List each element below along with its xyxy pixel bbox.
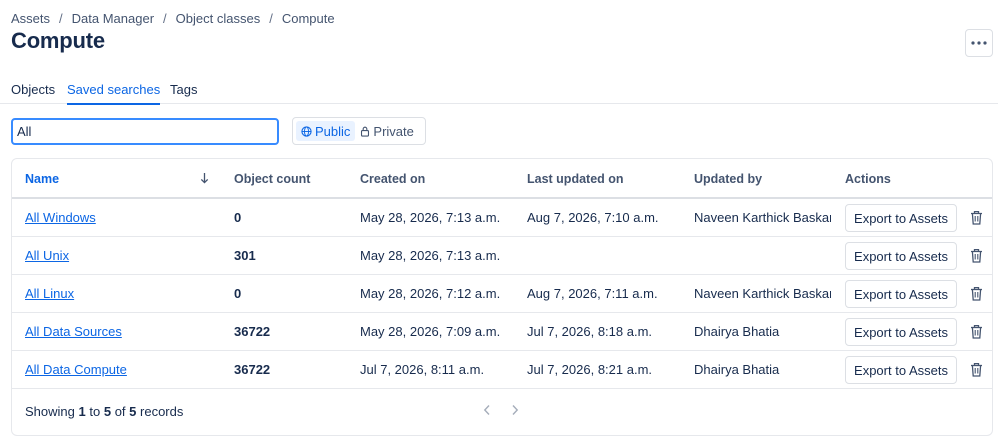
saved-search-name-link[interactable]: All Data Sources	[25, 324, 122, 339]
trash-icon[interactable]	[970, 362, 983, 382]
breadcrumb-item-compute: Compute	[281, 11, 335, 26]
table-row: All Linux 0 May 28, 2026, 7:12 a.m. Aug 7, …	[12, 275, 992, 313]
record-summary: Showing 1 to 5 of 5 records	[25, 404, 184, 419]
breadcrumb-separator: /	[269, 11, 273, 26]
toggle-public-label: Public	[315, 123, 351, 139]
page: Assets / Data Manager / Object classes /…	[0, 0, 998, 444]
last-updated-cell: Aug 7, 2026, 7:11 a.m.	[527, 286, 658, 301]
saved-search-name-link[interactable]: All Unix	[25, 248, 69, 263]
table-row: All Windows 0 May 28, 2026, 7:13 a.m. Aug 7…	[12, 199, 992, 237]
object-count-cell: 301	[234, 248, 256, 263]
lock-icon	[361, 126, 370, 137]
chevron-right-icon[interactable]	[511, 404, 519, 416]
created-on-cell: May 28, 2026, 7:13 a.m.	[360, 248, 501, 263]
search-field	[11, 118, 279, 145]
table-row: All Unix 301 May 28, 2026, 7:13 a.m. Export…	[12, 237, 992, 275]
updated-by-cell: Naveen Karthick Baskaran	[694, 210, 831, 225]
breadcrumb-separator: /	[163, 11, 167, 26]
tab-saved-searches[interactable]: Saved searches	[67, 82, 161, 105]
table-footer: Showing 1 to 5 of 5 records	[12, 389, 992, 435]
trash-icon[interactable]	[970, 324, 983, 344]
export-to-assets-button[interactable]: Export to Assets	[845, 280, 957, 308]
object-count-cell: 0	[234, 210, 242, 225]
trash-icon[interactable]	[970, 286, 983, 306]
arrow-down-icon[interactable]	[200, 172, 209, 184]
object-count-cell: 0	[234, 286, 242, 301]
toggle-private-label: Private	[373, 123, 414, 139]
created-on-cell: Jul 7, 2026, 8:11 a.m.	[360, 362, 485, 377]
search-input[interactable]	[13, 120, 277, 143]
table-header: Name Object count Created on Last update…	[12, 159, 992, 199]
breadcrumb: Assets / Data Manager / Object classes /…	[11, 11, 335, 26]
breadcrumb-separator: /	[59, 11, 63, 26]
tab-tags[interactable]: Tags	[170, 82, 197, 103]
saved-search-name-link[interactable]: All Data Compute	[25, 362, 127, 377]
breadcrumb-item-assets[interactable]: Assets	[11, 11, 50, 26]
saved-searches-table: Name Object count Created on Last update…	[11, 158, 993, 436]
column-header-updated-by: Updated by	[694, 172, 763, 186]
table-row: All Data Sources 36722 May 28, 2026, 7:09 …	[12, 313, 992, 351]
more-actions-button[interactable]	[965, 29, 993, 57]
visibility-toggle: Public Private	[292, 117, 426, 145]
more-horizontal-icon	[971, 41, 987, 45]
column-header-last-updated-on: Last updated on	[527, 172, 624, 186]
trash-icon[interactable]	[970, 210, 983, 230]
created-on-cell: May 28, 2026, 7:09 a.m.	[360, 324, 501, 339]
export-to-assets-button[interactable]: Export to Assets	[845, 356, 957, 384]
updated-by-cell: Dhairya Bhatia	[694, 362, 780, 377]
table-row: All Data Compute 36722 Jul 7, 2026, 8:11 a…	[12, 351, 992, 389]
object-count-cell: 36722	[234, 324, 271, 339]
object-count-cell: 36722	[234, 362, 271, 377]
toggle-private[interactable]: Private	[355, 121, 418, 141]
created-on-cell: May 28, 2026, 7:12 a.m.	[360, 286, 501, 301]
tab-objects[interactable]: Objects	[11, 82, 55, 103]
column-header-object-count: Object count	[234, 172, 311, 186]
saved-search-name-link[interactable]: All Windows	[25, 210, 96, 225]
page-title: Compute	[11, 28, 105, 53]
last-updated-cell: Jul 7, 2026, 8:18 a.m.	[527, 324, 653, 339]
export-to-assets-button[interactable]: Export to Assets	[845, 242, 957, 270]
toggle-public[interactable]: Public	[296, 121, 356, 141]
trash-icon[interactable]	[970, 248, 983, 268]
tab-bar: Objects Saved searches Tags	[0, 78, 998, 105]
column-header-name[interactable]: Name	[25, 172, 59, 186]
updated-by-cell: Naveen Karthick Baskaran	[694, 286, 831, 301]
created-on-cell: May 28, 2026, 7:13 a.m.	[360, 210, 501, 225]
breadcrumb-item-object-classes[interactable]: Object classes	[176, 11, 261, 26]
export-to-assets-button[interactable]: Export to Assets	[845, 204, 957, 232]
column-header-actions: Actions	[845, 172, 891, 186]
saved-search-name-link[interactable]: All Linux	[25, 286, 74, 301]
updated-by-cell: Dhairya Bhatia	[694, 324, 780, 339]
globe-icon	[301, 125, 312, 137]
last-updated-cell: Aug 7, 2026, 7:10 a.m.	[527, 210, 659, 225]
column-header-created-on: Created on	[360, 172, 426, 186]
last-updated-cell: Jul 7, 2026, 8:21 a.m.	[527, 362, 653, 377]
export-to-assets-button[interactable]: Export to Assets	[845, 318, 957, 346]
chevron-left-icon[interactable]	[483, 404, 491, 416]
breadcrumb-item-data-manager[interactable]: Data Manager	[72, 11, 154, 26]
